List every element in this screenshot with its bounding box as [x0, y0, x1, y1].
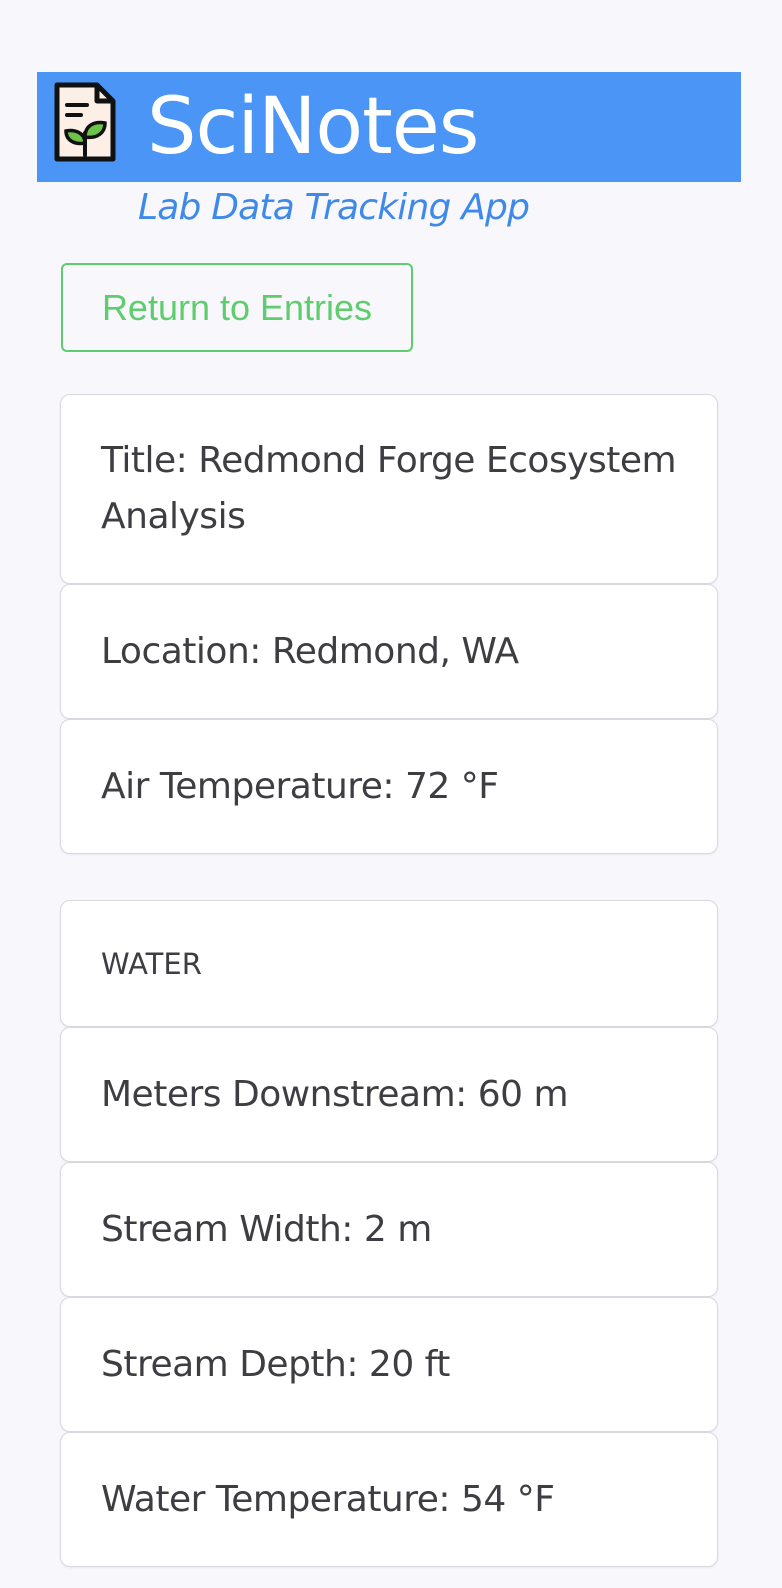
- stream-width-card: Stream Width: 2 m: [60, 1162, 718, 1297]
- notebook-plant-icon: [54, 82, 116, 162]
- app-header-banner: SciNotes: [37, 72, 741, 182]
- entry-summary-card-group: Title: Redmond Forge Ecosystem Analysis …: [60, 394, 718, 854]
- water-temperature-card: Water Temperature: 54 °F: [60, 1432, 718, 1567]
- water-section-header: WATER: [60, 900, 718, 1027]
- entry-location-card: Location: Redmond, WA: [60, 584, 718, 719]
- stream-depth-card: Stream Depth: 20 ft: [60, 1297, 718, 1432]
- app-subtitle: Lab Data Tracking App: [138, 187, 530, 228]
- entry-detail-page: SciNotes Lab Data Tracking App Return to…: [0, 0, 782, 1588]
- app-title: SciNotes: [147, 82, 479, 172]
- entry-title-card: Title: Redmond Forge Ecosystem Analysis: [60, 394, 718, 584]
- water-card-group: WATER Meters Downstream: 60 m Stream Wid…: [60, 900, 718, 1567]
- air-temperature-card: Air Temperature: 72 °F: [60, 719, 718, 854]
- meters-downstream-card: Meters Downstream: 60 m: [60, 1027, 718, 1162]
- return-to-entries-button[interactable]: Return to Entries: [61, 263, 413, 352]
